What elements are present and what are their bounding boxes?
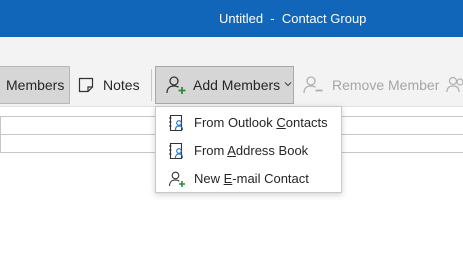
notes-button[interactable]: Notes	[77, 67, 147, 103]
ribbon-separator	[151, 69, 152, 101]
menu-item-from-outlook-contacts[interactable]: From Outlook Contacts	[156, 109, 341, 137]
window-title: Untitled - Contact Group	[219, 11, 367, 26]
menu-item-label: From Outlook Contacts	[194, 115, 328, 130]
title-bar: Untitled - Contact Group	[0, 0, 463, 37]
ribbon: Members Notes Add Members Remove Member	[0, 37, 463, 107]
contact-card-icon	[168, 114, 186, 132]
notes-label: Notes	[103, 77, 140, 93]
note-icon	[77, 76, 95, 94]
list-border	[0, 116, 1, 152]
menu-item-label: From Address Book	[194, 143, 309, 158]
chevron-down-icon	[284, 80, 292, 91]
person-add-icon	[168, 170, 186, 188]
remove-member-button[interactable]: Remove Member	[302, 67, 442, 103]
more-people-button[interactable]	[446, 67, 463, 103]
person-remove-icon	[302, 74, 324, 96]
add-members-button[interactable]: Add Members	[155, 66, 294, 104]
menu-item-new-email-contact[interactable]: New E-mail Contact	[156, 165, 341, 193]
people-icon	[446, 74, 463, 96]
menu-item-from-address-book[interactable]: From Address Book	[156, 137, 341, 165]
add-members-label: Add Members	[193, 77, 281, 93]
members-button[interactable]: Members	[0, 66, 70, 104]
remove-member-label: Remove Member	[332, 77, 440, 93]
members-label: Members	[6, 77, 65, 93]
address-book-icon	[168, 142, 186, 160]
add-members-dropdown: From Outlook Contacts From Address Book …	[155, 106, 342, 193]
menu-item-label: New E-mail Contact	[194, 171, 309, 186]
person-add-icon	[165, 74, 187, 96]
